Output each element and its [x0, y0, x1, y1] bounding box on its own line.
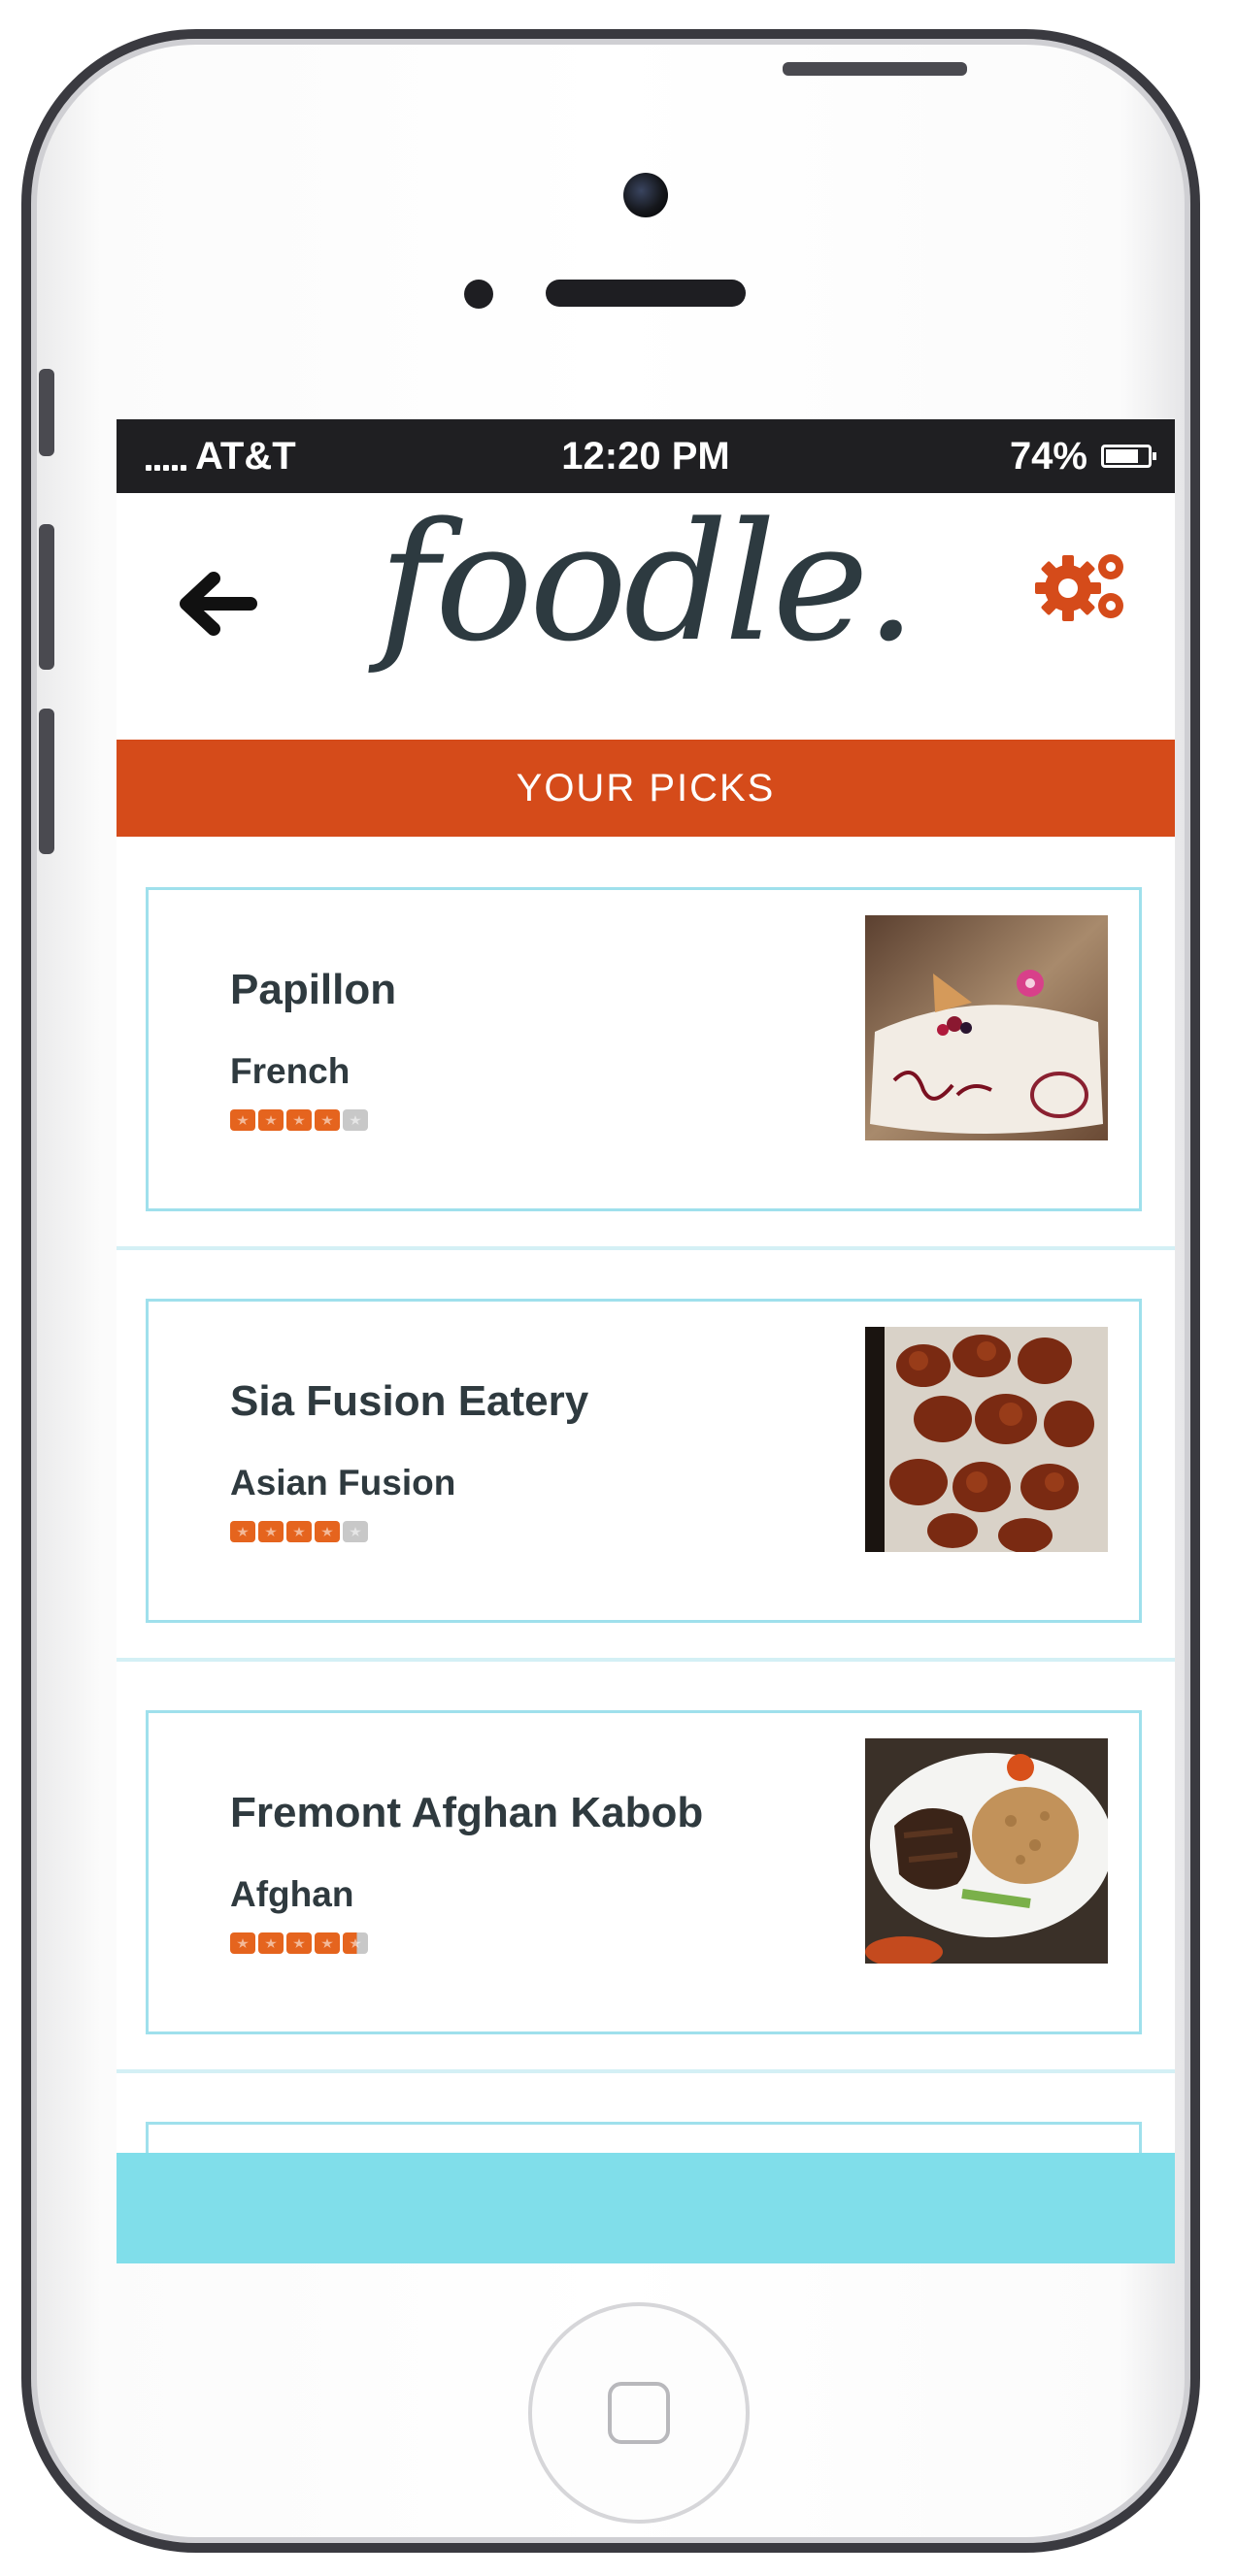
restaurant-photo [865, 1327, 1108, 1552]
star-icon [258, 1109, 284, 1131]
restaurant-photo [865, 915, 1108, 1140]
battery-percent: 74% [1009, 435, 1087, 478]
star-icon [286, 1109, 312, 1131]
volume-down-button [39, 709, 54, 854]
settings-button[interactable] [1031, 542, 1138, 629]
home-square-icon [608, 2382, 670, 2444]
list-item: Papillon French [117, 839, 1175, 1250]
star-icon [258, 1932, 284, 1954]
restaurant-cuisine: French [230, 1051, 351, 1091]
battery-icon [1101, 445, 1156, 468]
star-icon [286, 1521, 312, 1542]
restaurant-name: Fremont Afghan Kabob [230, 1789, 704, 1836]
star-icon [230, 1109, 255, 1131]
list-item: Fremont Afghan Kabob Afghan [117, 1662, 1175, 2073]
rating-stars [230, 1109, 368, 1131]
restaurant-cuisine: Asian Fusion [230, 1463, 456, 1503]
earpiece-speaker [546, 280, 746, 307]
star-empty-icon [343, 1109, 368, 1131]
star-icon [230, 1932, 255, 1954]
star-icon [315, 1109, 340, 1131]
kabob-plate-photo [865, 1738, 1108, 1964]
status-bar: AT&T 12:20 PM 74% [117, 419, 1175, 493]
footer-bar[interactable] [117, 2153, 1175, 2263]
phone-frame: AT&T 12:20 PM 74% foodle. YOUR PICKS Pap… [21, 29, 1200, 2553]
rating-stars [230, 1521, 368, 1542]
restaurant-card[interactable]: Papillon French [146, 887, 1142, 1211]
restaurant-name: Papillon [230, 966, 397, 1013]
app-logo: foodle. [378, 487, 918, 677]
power-button [783, 62, 967, 76]
dessert-plate-photo [865, 915, 1108, 1140]
mute-switch [39, 369, 54, 456]
home-button[interactable] [528, 2302, 750, 2524]
proximity-sensor [464, 280, 493, 309]
star-icon [315, 1932, 340, 1954]
star-icon [258, 1521, 284, 1542]
restaurant-card[interactable]: Fremont Afghan Kabob Afghan [146, 1710, 1142, 2034]
picks-list: Papillon French Sia Fusion Eatery Asian … [117, 839, 1175, 2263]
app-header: foodle. [117, 493, 1175, 736]
restaurant-photo [865, 1738, 1108, 1964]
restaurant-card[interactable]: Sia Fusion Eatery Asian Fusion [146, 1299, 1142, 1623]
star-icon [286, 1932, 312, 1954]
star-icon [230, 1521, 255, 1542]
star-empty-icon [343, 1521, 368, 1542]
rating-stars [230, 1932, 368, 1954]
volume-up-button [39, 524, 54, 670]
restaurant-name: Sia Fusion Eatery [230, 1377, 589, 1425]
star-icon [315, 1521, 340, 1542]
fried-chicken-photo [865, 1327, 1108, 1552]
restaurant-cuisine: Afghan [230, 1874, 354, 1914]
star-half-icon [343, 1932, 368, 1954]
app-screen: AT&T 12:20 PM 74% foodle. YOUR PICKS Pap… [117, 419, 1175, 2263]
gears-icon [1035, 554, 1123, 621]
front-camera [623, 173, 668, 217]
section-banner: YOUR PICKS [117, 740, 1175, 837]
list-item: Sia Fusion Eatery Asian Fusion [117, 1250, 1175, 1662]
